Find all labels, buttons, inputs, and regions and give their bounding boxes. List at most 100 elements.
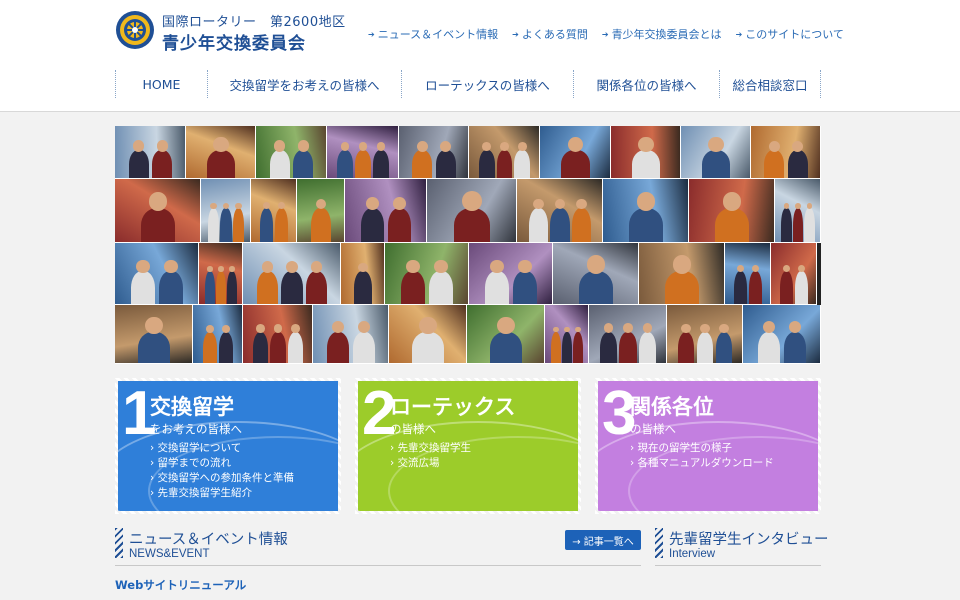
person-head <box>722 191 742 211</box>
article-list-button[interactable]: → 記事一覧へ <box>565 530 641 550</box>
person-figure <box>293 149 314 178</box>
collage-photo <box>469 243 553 305</box>
person-figure <box>573 331 583 363</box>
top-links: ➔ ニュース＆イベント情報 ➔ よくある質問 ➔ 青少年交換委員会とは ➔ このサイトに… <box>368 26 844 42</box>
person-head <box>586 254 606 274</box>
feature-link[interactable]: 各種マニュアルダウンロード <box>630 456 774 471</box>
person-figure <box>152 149 173 178</box>
person-head <box>533 198 544 210</box>
feature-link[interactable]: 先輩交換留学生 <box>390 441 472 456</box>
person-figure <box>781 207 792 242</box>
news-item-link[interactable]: Webサイトリニューアル <box>115 577 246 593</box>
person-head <box>213 136 229 153</box>
person-head <box>700 323 710 333</box>
person-figure <box>514 149 531 178</box>
collage-photo <box>681 126 751 179</box>
nav-stakeholders[interactable]: 関係各位の皆様へ <box>573 70 719 98</box>
interview-section-header: 先輩留学生インタビュー Interview <box>655 528 829 566</box>
nav-consultation[interactable]: 総合相談窓口 <box>719 70 821 98</box>
collage-photo <box>540 126 611 179</box>
collage-photo <box>725 243 771 305</box>
person-figure <box>561 149 590 178</box>
person-figure <box>227 270 237 304</box>
person-head <box>273 324 283 333</box>
person-figure <box>387 207 412 242</box>
person-head <box>419 316 437 335</box>
feature-link[interactable]: 留学までの流れ <box>150 456 294 471</box>
feature-links: 先輩交換留学生 交流広場 <box>390 441 472 471</box>
feature-link[interactable]: 先輩交換留学生紹介 <box>150 486 294 501</box>
photo-collage <box>115 126 821 364</box>
feature-stakeholders[interactable]: 3 関係各位 の皆様へ 現在の留学生の様子 各種マニュアルダウンロード <box>595 378 821 514</box>
person-figure <box>454 207 490 242</box>
person-head <box>768 140 780 152</box>
person-head <box>278 201 286 209</box>
person-figure <box>337 149 353 178</box>
person-head <box>672 254 692 274</box>
person-head <box>358 262 368 273</box>
person-figure <box>619 331 637 363</box>
person-head <box>133 140 145 152</box>
person-figure <box>256 270 279 304</box>
feature-link[interactable]: 現在の留学生の様子 <box>630 441 774 456</box>
person-head <box>462 190 482 211</box>
feature-title: 交換留学 <box>150 395 234 419</box>
person-head <box>782 264 790 272</box>
person-head <box>681 323 691 333</box>
person-head <box>156 140 168 152</box>
person-head <box>434 259 448 273</box>
nav-rotex[interactable]: ローテックスの皆様へ <box>401 70 573 98</box>
person-head <box>310 260 323 273</box>
person-figure <box>311 207 331 242</box>
collage-photo <box>639 243 725 305</box>
person-figure <box>131 270 155 304</box>
stripe-decoration <box>115 528 123 558</box>
person-head <box>642 323 653 333</box>
person-head <box>623 323 633 333</box>
toplink-label: このサイトについて <box>745 28 844 41</box>
person-figure <box>513 270 537 304</box>
person-head <box>205 324 214 333</box>
person-head <box>218 266 224 272</box>
person-figure <box>352 331 375 363</box>
main-nav: HOME 交換留学をお考えの皆様へ ローテックスの皆様へ 関係各位の皆様へ 総合… <box>115 70 821 98</box>
collage-photo <box>115 179 201 243</box>
rotary-wheel-icon[interactable] <box>115 10 155 50</box>
person-head <box>262 201 270 209</box>
collage-photo <box>313 305 389 364</box>
person-figure <box>550 207 570 242</box>
person-figure <box>804 207 815 242</box>
committee-name[interactable]: 青少年交換委員会 <box>162 29 306 54</box>
person-figure <box>216 270 226 304</box>
person-head <box>416 140 428 152</box>
person-figure <box>490 331 522 363</box>
nav-exchange[interactable]: 交換留学をお考えの皆様へ <box>207 70 401 98</box>
person-head <box>297 140 309 152</box>
toplink-news[interactable]: ➔ ニュース＆イベント情報 <box>368 26 498 42</box>
person-figure <box>259 207 273 242</box>
person-figure <box>287 331 304 363</box>
feature-link[interactable]: 交換留学について <box>150 441 294 456</box>
person-head <box>798 264 806 272</box>
collage-photo <box>545 305 589 364</box>
toplink-about-committee[interactable]: ➔ 青少年交換委員会とは <box>602 26 722 42</box>
person-head <box>148 191 168 211</box>
person-head <box>736 264 744 272</box>
collage-photo <box>243 305 313 364</box>
feature-link[interactable]: 交換留学への参加条件と準備 <box>150 471 295 486</box>
person-head <box>261 260 274 273</box>
feature-rotex[interactable]: 2 ローテックス の皆様へ 先輩交換留学生 交流広場 <box>355 378 581 514</box>
toplink-label: よくある質問 <box>521 28 588 41</box>
collage-photo <box>243 243 341 305</box>
collage-photo <box>297 179 345 243</box>
person-figure <box>429 270 453 304</box>
collage-photo <box>256 126 327 179</box>
toplink-faq[interactable]: ➔ よくある質問 <box>512 26 588 42</box>
person-figure <box>714 207 750 242</box>
toplink-about-site[interactable]: ➔ このサイトについて <box>736 26 844 42</box>
feature-link[interactable]: 交流広場 <box>390 456 471 471</box>
feature-exchange[interactable]: 1 交換留学 をお考えの皆様へ 交換留学について 留学までの流れ 交換留学への参… <box>115 378 341 514</box>
nav-home[interactable]: HOME <box>115 70 207 98</box>
person-figure <box>327 331 350 363</box>
person-head <box>210 202 217 209</box>
